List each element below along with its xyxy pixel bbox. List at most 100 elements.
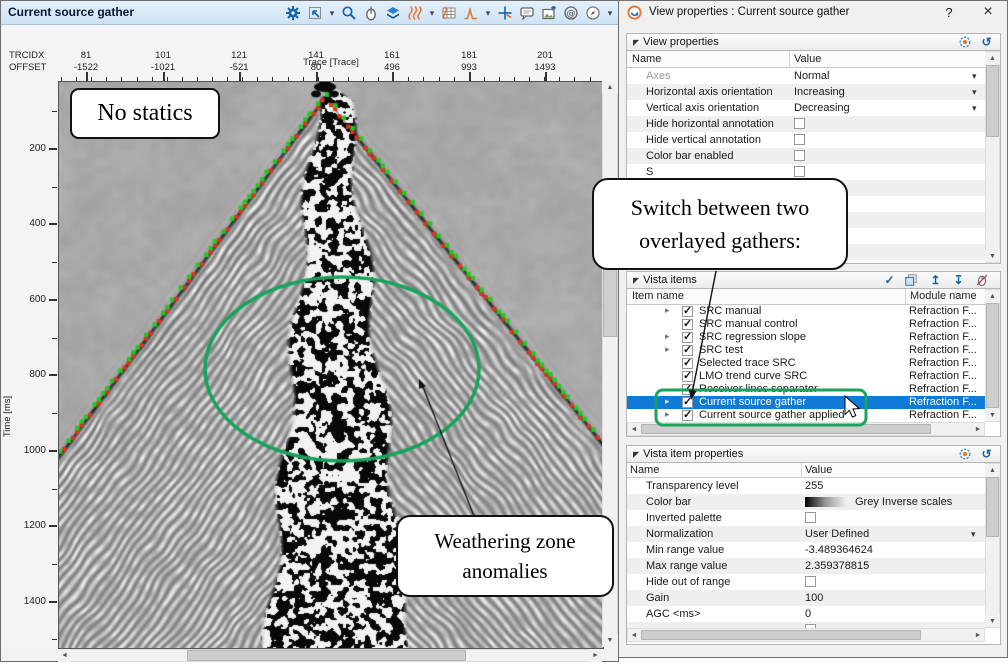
seismic-vscroll-thumb[interactable] — [603, 269, 617, 337]
expander-icon[interactable]: ▸ — [665, 305, 670, 316]
fit-view-dropdown-caret[interactable]: ▾ — [328, 8, 336, 19]
compass-dropdown-caret[interactable]: ▾ — [606, 8, 614, 19]
fit-view-icon[interactable] — [306, 4, 324, 22]
vista-item-properties-scroll-right[interactable]: ► — [972, 629, 984, 641]
vista-item-properties-section-header[interactable]: ◤Vista item properties ↺ — [627, 446, 1000, 463]
property-row[interactable]: AGC <ms>0 — [627, 606, 985, 622]
checkbox[interactable] — [794, 166, 805, 177]
property-row[interactable]: Transparency level255 — [627, 478, 985, 494]
view-properties-scroll-thumb[interactable] — [986, 65, 999, 137]
expander-icon[interactable]: ▸ — [665, 331, 670, 342]
property-row[interactable]: NormalizationUser Defined▾ — [627, 526, 985, 542]
checkbox[interactable] — [794, 150, 805, 161]
vista-item-row[interactable]: ✓SRC manual controlRefraction F... — [627, 318, 985, 331]
vista-item-row[interactable]: ▸✓SRC manualRefraction F... — [627, 305, 985, 318]
property-row[interactable]: Max range value2.359378815 — [627, 558, 985, 574]
refresh-target-icon[interactable] — [958, 447, 973, 462]
check-all-icon[interactable]: ✓ — [882, 273, 897, 288]
checkbox[interactable] — [794, 118, 805, 129]
dropdown-caret-icon[interactable]: ▾ — [971, 529, 976, 540]
layers-icon[interactable] — [384, 4, 402, 22]
vista-items-scroll-right[interactable]: ► — [972, 423, 984, 435]
property-row[interactable]: Hide out of range — [627, 574, 985, 590]
property-row[interactable]: Color bar enabled — [627, 148, 985, 164]
property-row[interactable]: Inverted palette — [627, 510, 985, 526]
zoom-icon[interactable] — [340, 4, 358, 22]
checkbox[interactable] — [805, 512, 816, 523]
vista-item-row[interactable]: ▸✓SRC regression slopeRefraction F... — [627, 331, 985, 344]
mouse-select-icon[interactable] — [362, 4, 380, 22]
item-checkbox[interactable]: ✓ — [682, 306, 693, 317]
expander-icon[interactable]: ▸ — [665, 344, 670, 355]
expander-icon[interactable]: ▸ — [665, 396, 670, 407]
copy-items-icon[interactable] — [904, 273, 919, 288]
vista-items-scroll-thumb[interactable] — [986, 303, 999, 408]
wiggle-display-dropdown-caret[interactable]: ▾ — [428, 8, 436, 19]
item-checkbox[interactable]: ✓ — [682, 332, 693, 343]
vista-item-properties-scroll-down[interactable]: ▼ — [985, 615, 1000, 627]
property-row[interactable]: Horizontal axis orientationIncreasing▾ — [627, 84, 985, 100]
vista-item-row[interactable]: ✓Selected trace SRCRefraction F... — [627, 357, 985, 370]
vista-item-row[interactable]: ▸✓Current source gather appliedRefractio… — [627, 409, 985, 422]
trace-table-icon[interactable] — [440, 4, 458, 22]
item-checkbox[interactable]: ✓ — [682, 345, 693, 356]
vista-items-scroll-up[interactable]: ▲ — [985, 290, 1000, 302]
dropdown-caret-icon[interactable]: ▾ — [972, 87, 977, 98]
vista-item-row[interactable]: ✓Receiver lines separatorRefraction F... — [627, 383, 985, 396]
seismic-hscroll-left[interactable]: ◄ — [58, 649, 71, 662]
vista-item-properties-scroll-thumb[interactable] — [986, 477, 999, 537]
vista-items-scroll-left[interactable]: ◄ — [628, 423, 640, 435]
undo-icon[interactable]: ↺ — [979, 35, 994, 50]
item-checkbox[interactable]: ✓ — [682, 410, 693, 421]
compass-icon[interactable] — [584, 4, 602, 22]
checkbox[interactable] — [805, 576, 816, 587]
item-checkbox[interactable]: ✓ — [682, 384, 693, 395]
property-row[interactable]: Gain100 — [627, 590, 985, 606]
seismic-hscroll-thumb[interactable] — [187, 650, 466, 661]
histogram-icon[interactable] — [462, 4, 480, 22]
vista-items-scroll-down[interactable]: ▼ — [985, 409, 1000, 421]
expander-icon[interactable]: ▸ — [665, 409, 670, 420]
vista-item-properties-scroll-left[interactable]: ◄ — [628, 629, 640, 641]
vista-item-row[interactable]: ▸✓SRC testRefraction F... — [627, 344, 985, 357]
property-row[interactable]: Vertical axis orientationDecreasing▾ — [627, 100, 985, 116]
property-row[interactable]: AxesNormal▾ — [627, 68, 985, 84]
vista-items-section-header[interactable]: ◤Vista items ✓ ↥ ↧ — [627, 272, 1000, 289]
property-row[interactable]: Hide horizontal annotation — [627, 116, 985, 132]
seismic-vscroll-up[interactable]: ▲ — [602, 81, 618, 94]
dropdown-caret-icon[interactable]: ▾ — [972, 71, 977, 82]
vista-item-row[interactable]: ✓LMO trend curve SRCRefraction F... — [627, 370, 985, 383]
property-row[interactable]: Min range value-3.489364624 — [627, 542, 985, 558]
histogram-dropdown-caret[interactable]: ▾ — [484, 8, 492, 19]
vista-item-properties-scroll-up[interactable]: ▲ — [985, 464, 1000, 476]
seismic-vscroll-down[interactable]: ▼ — [602, 634, 618, 647]
vista-item-row[interactable]: ▸✓Current source gatherRefraction F... — [627, 396, 985, 409]
item-checkbox[interactable]: ✓ — [682, 319, 693, 330]
view-properties-scroll-down[interactable]: ▼ — [985, 250, 1000, 262]
item-checkbox[interactable]: ✓ — [682, 397, 693, 408]
help-button[interactable]: ? — [941, 5, 957, 20]
property-row[interactable]: Color barGrey Inverse scales — [627, 494, 985, 510]
annotation-at-icon[interactable]: @ — [562, 4, 580, 22]
comment-icon[interactable] — [518, 4, 536, 22]
property-row[interactable]: Hide vertical annotation — [627, 132, 985, 148]
item-checkbox[interactable]: ✓ — [682, 358, 693, 369]
close-button[interactable]: × — [979, 3, 997, 21]
checkbox[interactable] — [794, 134, 805, 145]
dropdown-caret-icon[interactable]: ▾ — [972, 103, 977, 114]
item-checkbox[interactable]: ✓ — [682, 371, 693, 382]
vista-items-hscroll-thumb[interactable] — [641, 424, 931, 434]
move-top-icon[interactable]: ↥ — [928, 273, 943, 288]
seismic-hscroll-right[interactable]: ► — [589, 649, 602, 662]
move-bottom-icon[interactable]: ↧ — [951, 273, 966, 288]
export-image-icon[interactable] — [540, 4, 558, 22]
settings-icon[interactable] — [284, 4, 302, 22]
undo-icon[interactable]: ↺ — [979, 447, 994, 462]
view-properties-section-header[interactable]: ◤View properties ↺ — [627, 34, 1000, 51]
refresh-target-icon[interactable] — [958, 35, 973, 50]
mouse-deselect-icon[interactable] — [975, 273, 990, 288]
view-properties-scroll-up[interactable]: ▲ — [985, 52, 1000, 64]
wiggle-display-icon[interactable] — [406, 4, 424, 22]
vista-item-properties-hscroll-thumb[interactable] — [641, 630, 921, 640]
pick-crosshair-icon[interactable] — [496, 4, 514, 22]
